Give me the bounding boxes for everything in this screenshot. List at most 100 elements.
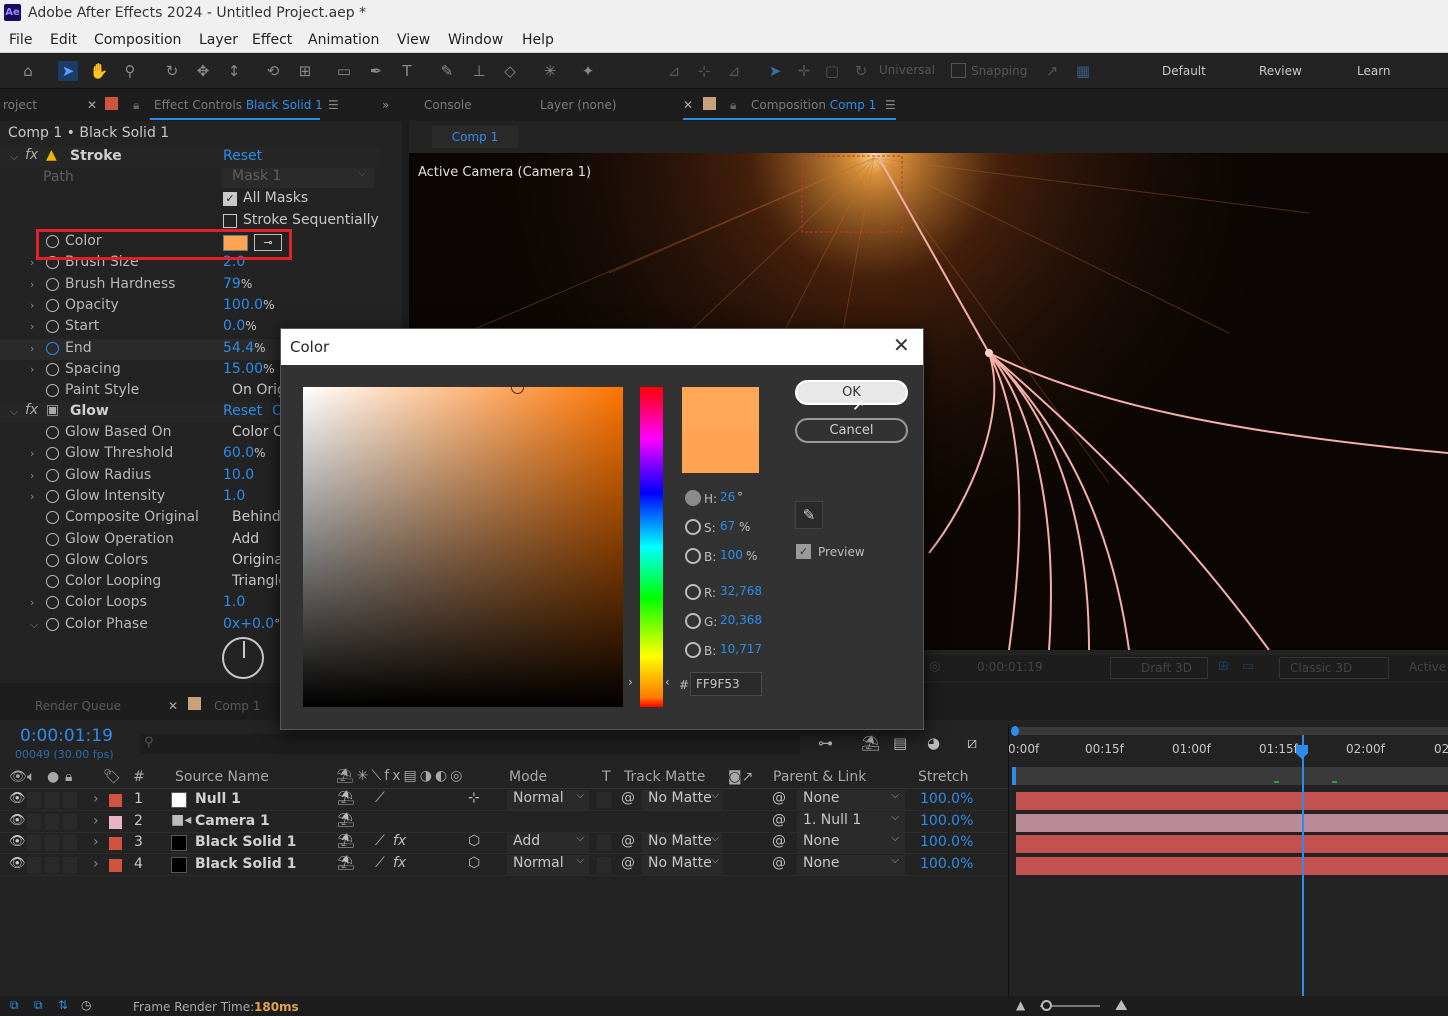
fx-icon[interactable]: fx	[25, 402, 38, 418]
property-value[interactable]: 60.0%	[223, 445, 266, 461]
time-ruler[interactable]: 0:00f 00:15f 01:00f 01:15f 02:00f 02	[1008, 725, 1448, 765]
workspace-review[interactable]: Review	[1259, 64, 1302, 78]
chevron-right-icon[interactable]: ›	[30, 278, 34, 291]
matte-pickwhip-icon[interactable]: @	[621, 790, 635, 806]
parent-dropdown[interactable]: None ⌵	[797, 854, 905, 875]
saturation-brightness-field[interactable]	[303, 381, 623, 707]
orbit-tool-icon[interactable]: ↻	[162, 61, 182, 81]
dialog-close-icon[interactable]: ✕	[893, 333, 910, 357]
stopwatch-icon[interactable]	[46, 468, 59, 482]
audio-toggle[interactable]	[27, 792, 41, 808]
lock-icon[interactable]: 🔒︎	[133, 98, 139, 113]
tab-comp-timeline[interactable]: Comp 1	[214, 699, 260, 713]
menu-view[interactable]: View	[397, 32, 430, 48]
layer-label-color[interactable]	[109, 815, 122, 829]
rotate-gizmo-icon[interactable]: ↻	[851, 61, 871, 81]
property-value[interactable]: On Orig	[232, 382, 286, 398]
close-icon[interactable]: ✕	[168, 699, 178, 713]
in-out-toggle-icon[interactable]: ⇅	[58, 998, 68, 1012]
visibility-eye-icon[interactable]: 👁︎	[9, 813, 26, 828]
reset-stroke-button[interactable]: Reset	[223, 148, 262, 164]
preserve-transparency-toggle[interactable]	[597, 856, 611, 873]
stopwatch-icon[interactable]	[46, 298, 59, 312]
visibility-eye-icon[interactable]: 👁︎	[9, 834, 26, 849]
layer-row[interactable]: 👁︎ › 1 Null 1 ⛱ ⟋ ⊹ Normal ⌵ @ No Matte ⌵ @ None ⌵ 100.…	[0, 790, 1008, 811]
property-value[interactable]: 0x+0.0°	[223, 616, 280, 632]
nav-start-handle[interactable]	[1012, 767, 1016, 785]
chevron-right-icon[interactable]: ›	[93, 813, 99, 829]
column-source-name[interactable]: Source Name	[175, 769, 269, 785]
ground-plane-icon[interactable]: ▭	[1242, 659, 1254, 674]
solo-toggle[interactable]	[45, 835, 59, 851]
pen-tool-icon[interactable]: ✒	[366, 61, 386, 81]
type-tool-icon[interactable]: T	[397, 61, 417, 81]
workspace-learn[interactable]: Learn	[1357, 64, 1391, 78]
stretch-value[interactable]: 100.0%	[920, 813, 973, 829]
stopwatch-icon[interactable]	[46, 447, 59, 461]
pan-behind-tool-icon[interactable]: ⊞	[295, 61, 315, 81]
parent-pickwhip-icon[interactable]: @	[772, 855, 786, 871]
blend-mode-dropdown[interactable]: Add ⌵	[507, 833, 589, 853]
chevron-down-icon[interactable]: ⌵	[10, 150, 18, 164]
brush-tool-icon[interactable]: ✎	[437, 61, 457, 81]
solo-toggle[interactable]	[45, 813, 59, 830]
preserve-transparency-toggle[interactable]	[597, 835, 611, 851]
menu-layer[interactable]: Layer	[199, 32, 238, 48]
fx-icon[interactable]: fx	[25, 147, 38, 163]
composition-nav-bar[interactable]	[1016, 767, 1448, 785]
composition-flowchart-icon[interactable]: ⊶	[818, 734, 833, 752]
menu-edit[interactable]: Edit	[50, 32, 77, 48]
lock-toggle[interactable]	[63, 856, 77, 873]
workspace-default[interactable]: Default	[1162, 64, 1206, 78]
tab-layer[interactable]: Layer (none)	[540, 98, 617, 112]
parent-pickwhip-icon[interactable]: @	[772, 833, 786, 849]
visibility-eye-icon[interactable]: 👁︎	[9, 791, 26, 806]
stopwatch-icon[interactable]	[46, 596, 59, 610]
tab-composition[interactable]: Composition Comp 1	[751, 98, 876, 112]
lock-toggle[interactable]	[63, 835, 77, 851]
track-matte-dropdown[interactable]: No Matte ⌵	[642, 790, 722, 810]
hue-radio[interactable]	[685, 490, 701, 506]
stroke-sequentially-checkbox[interactable]	[223, 214, 237, 228]
shy-switch-icon[interactable]: ⛱	[337, 812, 355, 828]
stopwatch-icon[interactable]	[46, 384, 59, 398]
preserve-transparency-toggle[interactable]	[597, 792, 611, 808]
layer-row[interactable]: 👁︎ › 2 ■◂ Camera 1 ⛱ @1. Null 1 ⌵ 100.0%	[0, 811, 1008, 833]
lock-toggle[interactable]	[63, 813, 77, 830]
parent-pickwhip-icon[interactable]: @	[772, 790, 786, 806]
property-value[interactable]: Triangle	[232, 573, 287, 589]
matte-pickwhip-icon[interactable]: @	[621, 855, 635, 871]
renderer-dropdown[interactable]: Classic 3D	[1279, 657, 1389, 679]
playhead-line[interactable]	[1302, 735, 1304, 996]
dolly-tool-icon[interactable]: ↕	[224, 61, 244, 81]
all-masks-checkbox[interactable]: ✓	[223, 192, 237, 206]
rotate-tool-icon[interactable]: ⟲	[263, 61, 283, 81]
layer-label-color[interactable]	[109, 858, 122, 872]
quality-switch-icon[interactable]: ⟋	[375, 790, 385, 806]
selection-tool-icon[interactable]: ➤	[58, 61, 78, 81]
layer-label-color[interactable]	[109, 837, 122, 850]
property-value[interactable]: 1.0	[223, 594, 245, 610]
chevron-right-icon[interactable]: ›	[30, 447, 34, 460]
stopwatch-icon[interactable]	[46, 277, 59, 291]
path-dropdown[interactable]: Mask 1 ⌵	[222, 168, 374, 188]
zoom-out-icon[interactable]: ▲	[1016, 998, 1025, 1012]
saturation-value[interactable]: 67	[720, 519, 735, 533]
reset-glow-button[interactable]: Reset	[223, 403, 262, 419]
motion-blur-icon[interactable]: ◕	[927, 734, 940, 752]
property-value[interactable]: 100.0%	[223, 297, 275, 313]
viewer-timecode[interactable]: 0:00:01:19	[977, 660, 1043, 674]
universal-select-icon[interactable]: ➤	[765, 61, 785, 81]
rectangle-tool-icon[interactable]: ▭	[334, 61, 354, 81]
snapshot-icon[interactable]: ◎	[929, 659, 940, 674]
layer-name[interactable]: Camera 1	[195, 813, 270, 829]
transfer-controls-toggle-icon[interactable]: ⧉	[34, 998, 43, 1013]
property-value[interactable]: 0.0%	[223, 318, 257, 334]
expand-panel-icon[interactable]: »	[382, 98, 389, 112]
menu-file[interactable]: File	[9, 32, 32, 48]
close-icon[interactable]: ✕	[683, 98, 693, 112]
fx-switch-icon[interactable]: fx	[393, 833, 406, 849]
layer-label-color[interactable]	[109, 794, 122, 807]
clone-stamp-tool-icon[interactable]: ⊥	[469, 61, 489, 81]
eyedropper-icon[interactable]: ✎	[795, 501, 823, 529]
